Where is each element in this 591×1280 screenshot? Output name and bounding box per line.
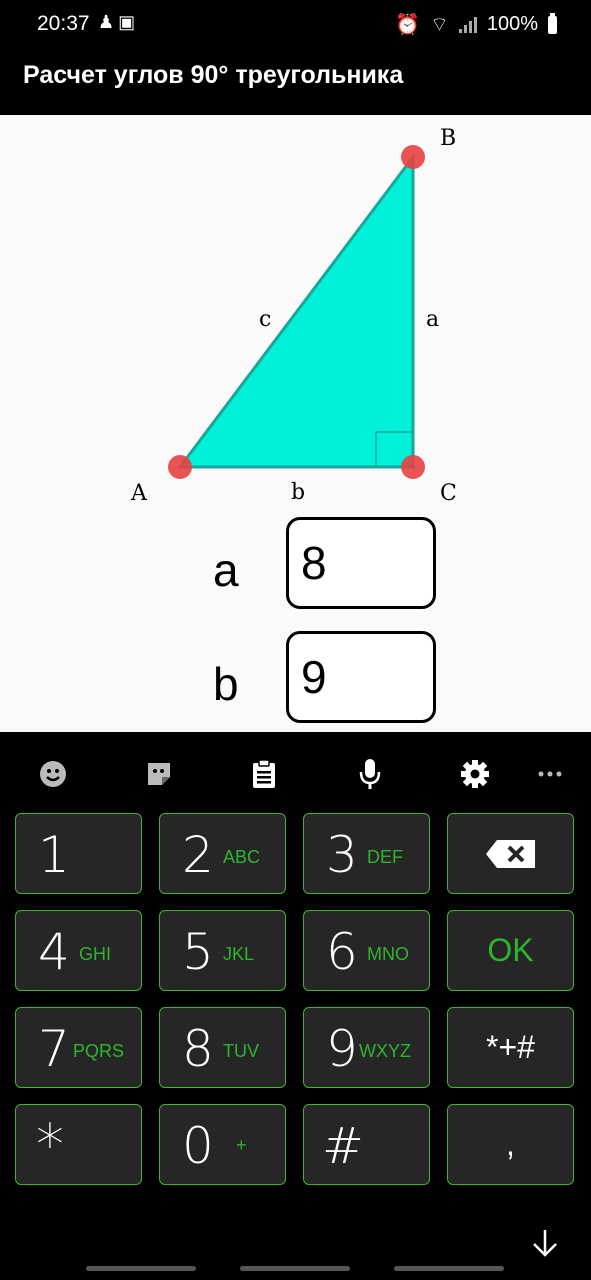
status-time: 20:37 [37, 12, 90, 35]
key-7[interactable]: 7 PQRS [15, 1007, 142, 1088]
side-b-input-label: b [213, 658, 239, 710]
arrow-down-icon [533, 1230, 557, 1257]
triangle-shape [176, 152, 415, 469]
comma-label: , [506, 1126, 515, 1162]
settings-icon[interactable] [455, 754, 495, 794]
key-letters: TUV [223, 1041, 259, 1061]
key-star[interactable]: * [15, 1104, 142, 1185]
vertex-c-label: C [440, 481, 457, 506]
side-a-input[interactable] [286, 517, 436, 609]
key-0[interactable]: 0 + [159, 1104, 286, 1185]
vertex-a-label: A [130, 481, 148, 506]
key-9[interactable]: 9 WXYZ [303, 1007, 430, 1088]
emoji-icon[interactable] [33, 754, 73, 794]
key-symbol: # [322, 1117, 364, 1175]
sticker-icon[interactable] [139, 754, 179, 794]
key-digit: 3 [326, 826, 358, 884]
wifi-icon: ⌔ [430, 14, 449, 36]
key-letters: WXYZ [359, 1041, 411, 1061]
ok-label: OK [487, 932, 534, 968]
app-bar: Расчет углов 90° треугольника [0, 48, 591, 115]
ok-key[interactable]: OK [447, 910, 574, 991]
nav-indicator-center [240, 1266, 350, 1271]
backspace-icon [485, 839, 535, 868]
hide-keyboard-button[interactable] [530, 1228, 564, 1262]
content-area: A B C a b c a b [0, 115, 591, 732]
signal-icon [458, 16, 477, 33]
status-right: ⏰ ⌔ 100% [395, 12, 557, 37]
backspace-key[interactable] [447, 813, 574, 894]
image-icon: ▣ [118, 12, 140, 32]
key-digit: 8 [182, 1020, 214, 1078]
battery-percent: 100% [486, 13, 538, 35]
key-hash[interactable]: # [303, 1104, 430, 1185]
symbols-label: *+# [486, 1029, 535, 1065]
key-digit: 4 [38, 923, 70, 981]
key-4[interactable]: 4 GHI [15, 910, 142, 991]
key-letters: MNO [367, 944, 409, 964]
key-symbol: * [36, 1113, 64, 1178]
key-3[interactable]: 3 DEF [303, 813, 430, 894]
status-notification-icons: ♟▣ [98, 12, 139, 33]
side-a-input-label: a [213, 544, 239, 596]
more-icon[interactable] [530, 754, 570, 794]
key-5[interactable]: 5 JKL [159, 910, 286, 991]
side-c-label: c [259, 307, 271, 332]
alarm-icon: ⏰ [395, 14, 421, 36]
key-digit: 0 [182, 1117, 214, 1175]
key-letters: PQRS [73, 1041, 125, 1061]
triangle-diagram: A B C a b c [130, 126, 457, 506]
symbols-key[interactable]: *+# [447, 1007, 574, 1088]
app-title: Расчет углов 90° треугольника [23, 61, 404, 89]
clipboard-icon[interactable] [244, 754, 284, 794]
nav-indicator-left [86, 1266, 196, 1271]
key-1[interactable]: 1 [15, 813, 142, 894]
microphone-icon[interactable] [350, 754, 390, 794]
comma-key[interactable]: , [447, 1104, 574, 1185]
key-2[interactable]: 2 ABC [159, 813, 286, 894]
key-6[interactable]: 6 MNO [303, 910, 430, 991]
person-icon: ♟ [98, 12, 119, 32]
key-digit: 7 [38, 1020, 70, 1078]
key-digit: 2 [182, 826, 214, 884]
key-8[interactable]: 8 TUV [159, 1007, 286, 1088]
side-b-label: b [291, 480, 305, 505]
key-letters: DEF [367, 847, 403, 867]
key-digit: 9 [326, 1020, 358, 1078]
key-letters: JKL [223, 944, 255, 964]
status-bar: 20:37 ♟▣ ⏰ ⌔ 100% [0, 0, 591, 48]
key-digit: 5 [182, 923, 214, 981]
key-digit: 1 [38, 826, 70, 884]
key-letters: GHI [79, 944, 112, 964]
battery-icon [548, 12, 557, 34]
nav-indicator-right [394, 1266, 504, 1271]
side-b-input[interactable] [286, 631, 436, 723]
vertex-b-dot [401, 145, 425, 169]
side-a-label: a [426, 307, 439, 332]
vertex-b-label: B [440, 126, 456, 151]
vertex-c-dot [401, 455, 425, 479]
vertex-a-dot [168, 455, 192, 479]
key-letters: ABC [223, 847, 261, 867]
key-plus: + [236, 1135, 247, 1155]
key-digit: 6 [326, 923, 358, 981]
numeric-keyboard: 1 2 ABC 3 DEF 4 GHI 5 JKL 6 MNO OK 7 PQR… [0, 732, 591, 1280]
